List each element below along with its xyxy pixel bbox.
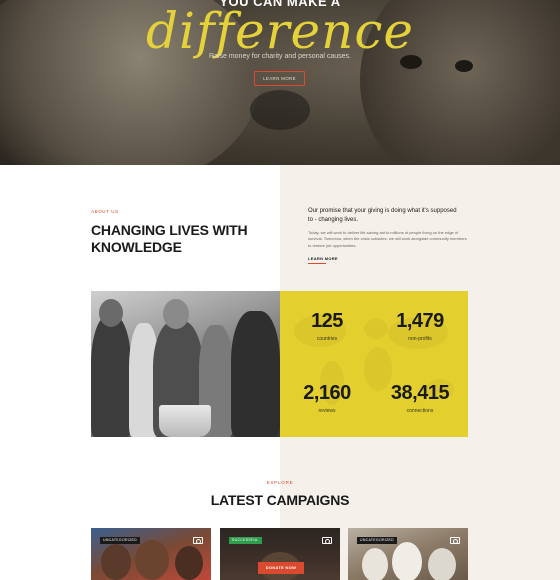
hero-shadow bbox=[250, 90, 310, 130]
camera-icon bbox=[322, 537, 332, 544]
about-title: CHANGING LIVES WITH KNOWLEDGE bbox=[91, 222, 248, 255]
card-photo-person bbox=[362, 548, 388, 580]
stat-label: reviews bbox=[318, 408, 336, 414]
about-eyebrow: ABOUT US bbox=[91, 209, 119, 214]
link-underline bbox=[308, 263, 326, 264]
person-figure bbox=[231, 311, 280, 437]
card-photo-person bbox=[101, 544, 131, 580]
card-photo-person bbox=[135, 540, 169, 580]
person-figure bbox=[91, 316, 131, 437]
card-badge: UNCATEGORIZED bbox=[357, 537, 397, 544]
campaign-card[interactable]: UNCATEGORIZED bbox=[348, 528, 468, 580]
hero-learn-more-button[interactable]: LEARN MORE bbox=[254, 71, 305, 86]
card-photo-person bbox=[428, 548, 456, 580]
hero-subtitle: Raise money for charity and personal cau… bbox=[208, 53, 352, 60]
volunteers-photo bbox=[91, 291, 280, 437]
stat-value: 2,160 bbox=[303, 382, 351, 404]
about-body: Today, we will work to deliver life-savi… bbox=[308, 230, 467, 248]
hero-script-title: difference bbox=[146, 2, 414, 60]
donate-now-button[interactable]: DONATE NOW bbox=[258, 562, 304, 574]
card-photo-person bbox=[175, 546, 203, 580]
about-promise: Our promise that your giving is doing wh… bbox=[308, 208, 457, 223]
stat-label: countries bbox=[316, 336, 338, 342]
campaigns-title: LATEST CAMPAIGNS bbox=[210, 492, 350, 508]
card-badge: UNCATEGORIZED bbox=[100, 537, 140, 544]
stat-label: non-profits bbox=[408, 336, 432, 342]
campaign-card[interactable]: UNCATEGORIZED bbox=[91, 528, 211, 580]
person-head bbox=[163, 299, 189, 329]
person-head bbox=[99, 299, 123, 327]
campaigns-eyebrow: EXPLORE bbox=[266, 480, 294, 485]
bucket bbox=[159, 405, 211, 437]
camera-icon bbox=[450, 537, 460, 544]
stats-panel: 125 countries 1,479 non-profits 2,160 re… bbox=[280, 291, 468, 437]
card-badge: SUCCESSFUL bbox=[229, 537, 262, 544]
stat-value: 125 bbox=[311, 310, 343, 332]
camera-icon bbox=[193, 537, 203, 544]
card-photo-person bbox=[392, 542, 422, 580]
hero-eye bbox=[455, 60, 473, 72]
hero-banner: YOU CAN MAKE A difference Raise money fo… bbox=[0, 0, 560, 165]
stat-label: connections bbox=[406, 408, 434, 414]
about-learn-more-link[interactable]: LEARN MORE bbox=[308, 256, 338, 261]
stat-value: 1,479 bbox=[396, 310, 444, 332]
stat-value: 38,415 bbox=[390, 382, 450, 404]
